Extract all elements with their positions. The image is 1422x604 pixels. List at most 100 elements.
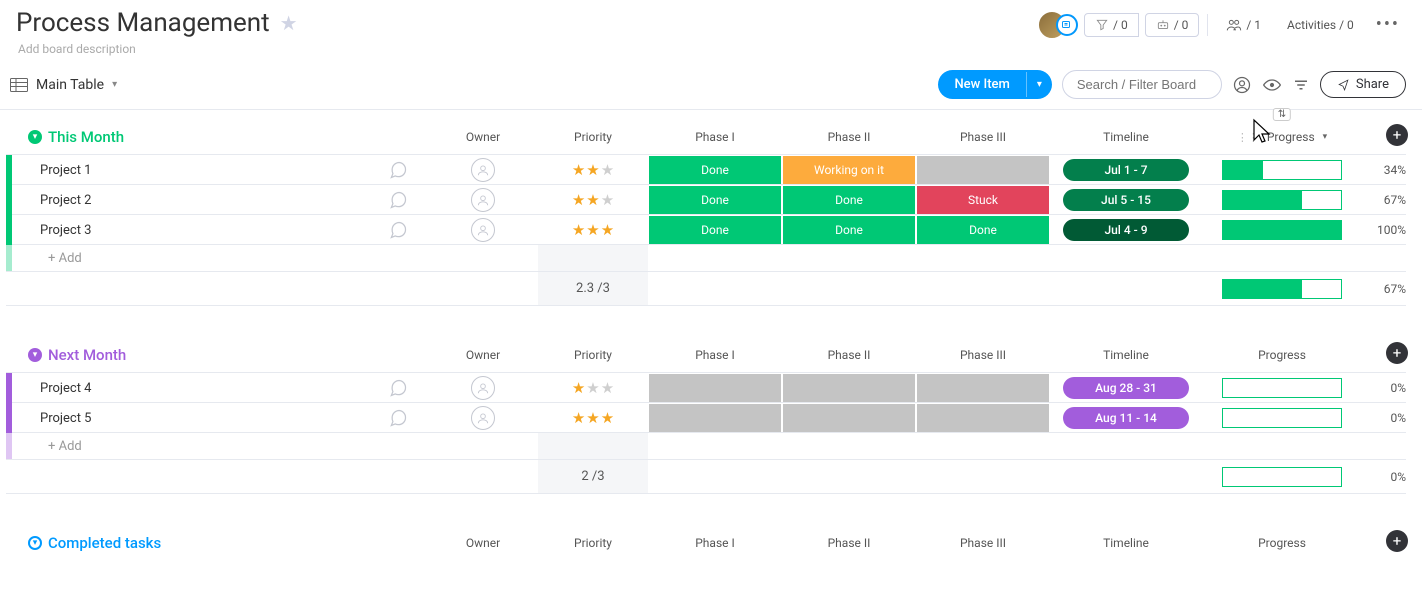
add-column-button[interactable]: + bbox=[1386, 124, 1408, 146]
integrations-button[interactable]: / 0 bbox=[1145, 13, 1200, 37]
person-filter-icon[interactable] bbox=[1232, 75, 1252, 95]
phase2-cell[interactable]: Done bbox=[783, 186, 915, 214]
people-button[interactable]: / 1 bbox=[1216, 13, 1271, 37]
group-toggle-icon[interactable]: ▾ bbox=[28, 536, 42, 550]
timeline-cell[interactable]: Jul 5 - 15 bbox=[1050, 189, 1202, 211]
phase3-cell[interactable] bbox=[917, 156, 1049, 184]
column-header-progress[interactable]: Progress bbox=[1202, 530, 1362, 560]
view-switcher[interactable]: Main Table ▾ bbox=[10, 77, 117, 93]
phase1-cell[interactable] bbox=[649, 374, 781, 402]
phase3-cell[interactable]: Stuck bbox=[917, 186, 1049, 214]
column-header-phase2[interactable]: Phase II bbox=[782, 124, 916, 154]
progress-cell[interactable] bbox=[1202, 160, 1362, 180]
group-title[interactable]: This Month bbox=[48, 128, 124, 146]
group-toggle-icon[interactable]: ▾ bbox=[28, 130, 42, 144]
eye-icon[interactable] bbox=[1262, 75, 1282, 95]
progress-cell[interactable] bbox=[1202, 408, 1362, 428]
phase2-cell[interactable] bbox=[783, 404, 915, 432]
phase2-cell[interactable]: Working on it bbox=[783, 156, 915, 184]
column-header-phase3[interactable]: Phase III bbox=[916, 530, 1050, 560]
priority-cell[interactable]: ★★★ bbox=[538, 191, 648, 209]
add-item-label[interactable]: + Add bbox=[28, 251, 368, 266]
progress-summary bbox=[1202, 279, 1362, 299]
column-header-phase2[interactable]: Phase II bbox=[782, 530, 916, 560]
column-header-owner[interactable]: Owner bbox=[428, 342, 538, 372]
search-input[interactable] bbox=[1062, 70, 1222, 99]
timeline-cell[interactable]: Aug 11 - 14 bbox=[1050, 407, 1202, 429]
add-item-label[interactable]: + Add bbox=[28, 439, 368, 454]
owner-cell[interactable] bbox=[428, 376, 538, 400]
column-header-priority[interactable]: Priority bbox=[538, 530, 648, 560]
column-resize-icon[interactable]: ⇅ bbox=[1273, 108, 1291, 121]
owner-cell[interactable] bbox=[428, 218, 538, 242]
phase1-cell[interactable] bbox=[649, 404, 781, 432]
board-body: + ▾ This Month OwnerPriorityPhase IPhase… bbox=[0, 110, 1422, 560]
automations-button[interactable]: / 0 bbox=[1084, 13, 1139, 37]
phase3-cell[interactable]: Done bbox=[917, 216, 1049, 244]
column-header-phase3[interactable]: Phase III bbox=[916, 124, 1050, 154]
priority-cell[interactable]: ★★★ bbox=[538, 379, 648, 397]
phase3-cell[interactable] bbox=[917, 374, 1049, 402]
board-owner-avatar[interactable] bbox=[1038, 11, 1078, 39]
column-header-phase1[interactable]: Phase I bbox=[648, 124, 782, 154]
chevron-down-icon[interactable]: ▾ bbox=[1323, 132, 1328, 142]
board-description[interactable]: Add board description bbox=[16, 42, 298, 56]
phase3-cell[interactable] bbox=[917, 404, 1049, 432]
column-header-timeline[interactable]: Timeline bbox=[1050, 342, 1202, 372]
phase1-cell[interactable]: Done bbox=[649, 186, 781, 214]
item-name[interactable]: Project 3 bbox=[28, 215, 368, 245]
column-header-phase3[interactable]: Phase III bbox=[916, 342, 1050, 372]
column-header-owner[interactable]: Owner bbox=[428, 124, 538, 154]
share-button[interactable]: Share bbox=[1320, 71, 1406, 98]
item-name[interactable]: Project 1 bbox=[28, 155, 368, 185]
timeline-cell[interactable]: Jul 1 - 7 bbox=[1050, 159, 1202, 181]
phase2-cell[interactable]: Done bbox=[783, 216, 915, 244]
group-toggle-icon[interactable]: ▾ bbox=[28, 348, 42, 362]
add-item-row[interactable]: + Add bbox=[6, 244, 1406, 272]
updates-icon[interactable] bbox=[368, 160, 428, 180]
phase2-cell[interactable] bbox=[783, 374, 915, 402]
updates-icon[interactable] bbox=[368, 408, 428, 428]
favorite-star-icon[interactable]: ★ bbox=[280, 11, 298, 35]
progress-cell[interactable] bbox=[1202, 220, 1362, 240]
phase1-cell[interactable]: Done bbox=[649, 216, 781, 244]
item-name[interactable]: Project 5 bbox=[28, 403, 368, 433]
timeline-cell[interactable]: Aug 28 - 31 bbox=[1050, 377, 1202, 399]
column-header-progress[interactable]: Progress bbox=[1202, 342, 1362, 372]
priority-cell[interactable]: ★★★ bbox=[538, 161, 648, 179]
group-title[interactable]: Completed tasks bbox=[48, 534, 161, 552]
owner-cell[interactable] bbox=[428, 406, 538, 430]
column-header-progress[interactable]: ⇅ ⋮⋮ Progress ▾ bbox=[1202, 124, 1362, 154]
column-header-priority[interactable]: Priority bbox=[538, 342, 648, 372]
column-header-timeline[interactable]: Timeline bbox=[1050, 530, 1202, 560]
priority-cell[interactable]: ★★★ bbox=[538, 409, 648, 427]
activities-button[interactable]: Activities / 0 bbox=[1277, 14, 1364, 36]
add-column-button[interactable]: + bbox=[1386, 342, 1408, 364]
column-header-phase2[interactable]: Phase II bbox=[782, 342, 916, 372]
updates-icon[interactable] bbox=[368, 190, 428, 210]
group-title[interactable]: Next Month bbox=[48, 346, 126, 364]
new-item-dropdown-icon[interactable]: ▾ bbox=[1026, 72, 1052, 97]
updates-icon[interactable] bbox=[368, 378, 428, 398]
more-menu-icon[interactable]: ••• bbox=[1370, 10, 1406, 39]
progress-cell[interactable] bbox=[1202, 190, 1362, 210]
column-header-priority[interactable]: Priority bbox=[538, 124, 648, 154]
board-title[interactable]: Process Management bbox=[16, 8, 270, 38]
progress-cell[interactable] bbox=[1202, 378, 1362, 398]
column-header-timeline[interactable]: Timeline bbox=[1050, 124, 1202, 154]
filter-icon[interactable] bbox=[1292, 76, 1310, 94]
new-item-button[interactable]: New Item ▾ bbox=[938, 70, 1051, 99]
add-column-button[interactable]: + bbox=[1386, 530, 1408, 552]
item-name[interactable]: Project 4 bbox=[28, 373, 368, 403]
timeline-cell[interactable]: Jul 4 - 9 bbox=[1050, 219, 1202, 241]
column-header-owner[interactable]: Owner bbox=[428, 530, 538, 560]
owner-cell[interactable] bbox=[428, 188, 538, 212]
item-name[interactable]: Project 2 bbox=[28, 185, 368, 215]
column-header-phase1[interactable]: Phase I bbox=[648, 342, 782, 372]
phase1-cell[interactable]: Done bbox=[649, 156, 781, 184]
column-header-phase1[interactable]: Phase I bbox=[648, 530, 782, 560]
updates-icon[interactable] bbox=[368, 220, 428, 240]
priority-cell[interactable]: ★★★ bbox=[538, 221, 648, 239]
owner-cell[interactable] bbox=[428, 158, 538, 182]
add-item-row[interactable]: + Add bbox=[6, 432, 1406, 460]
